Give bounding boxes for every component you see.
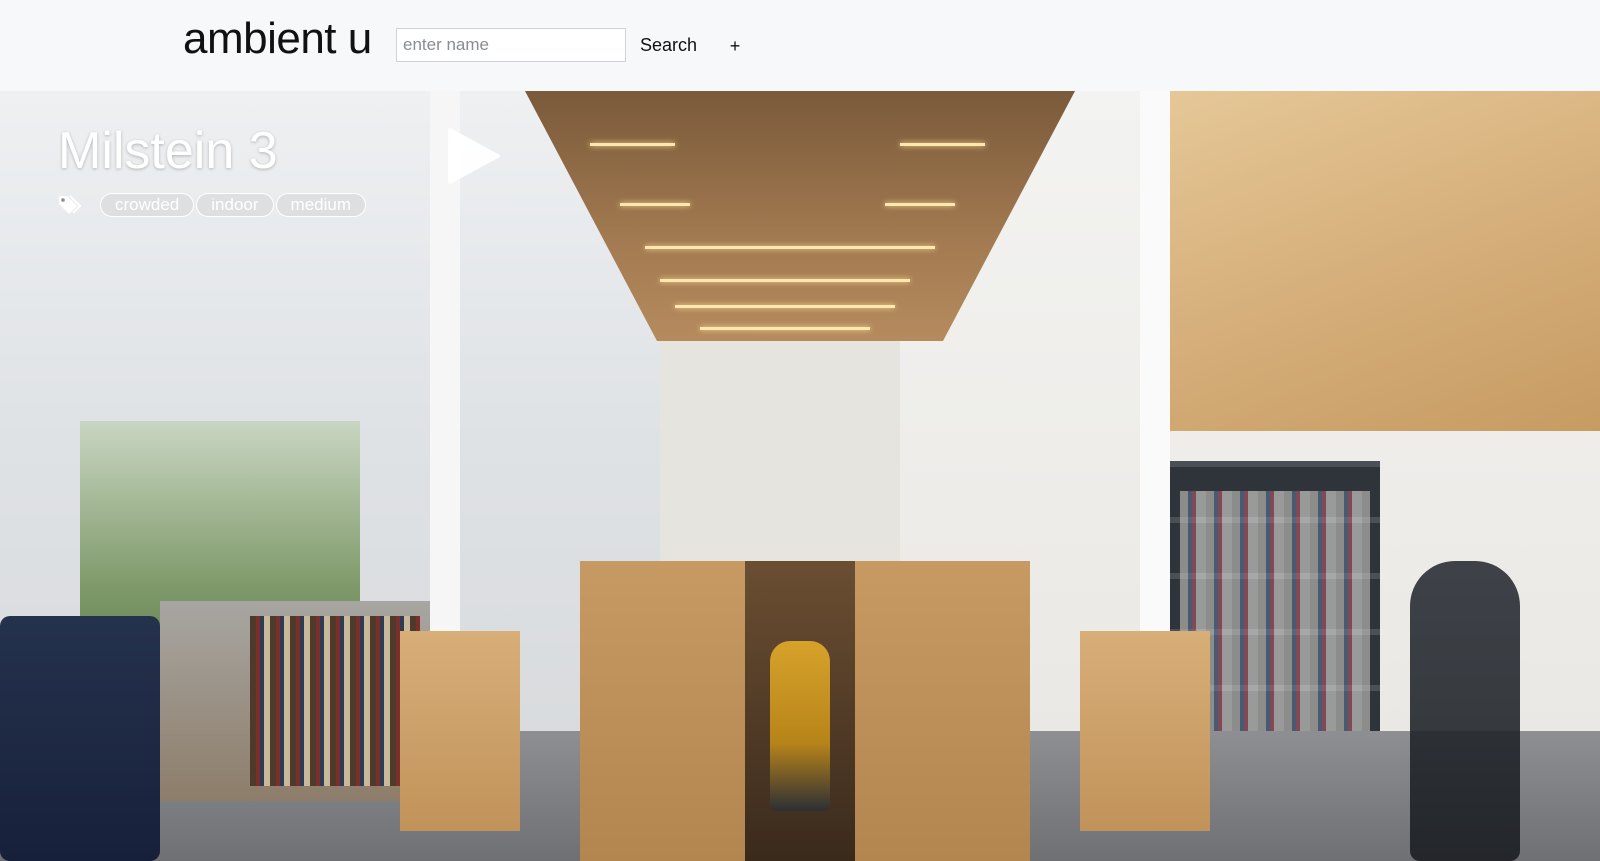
ceiling-light (620, 203, 690, 206)
hero-person (770, 641, 830, 811)
hero-sofa (0, 616, 160, 861)
play-button[interactable] (446, 125, 502, 187)
ceiling-light (900, 143, 985, 146)
ceiling-light (885, 203, 955, 206)
ceiling-light (675, 305, 895, 308)
hero-wood-panel (1150, 91, 1600, 431)
hero-counter (1080, 631, 1210, 831)
ceiling-light (645, 246, 935, 249)
tag-chip[interactable]: crowded (100, 193, 195, 217)
app-logo[interactable]: ambient u (183, 14, 372, 64)
hero-person (1410, 561, 1520, 861)
hero-counter (400, 631, 520, 831)
play-icon (448, 128, 500, 184)
top-bar: ambient u Search + (0, 0, 1600, 91)
tag-chip[interactable]: medium (275, 193, 366, 217)
search-button[interactable]: Search (640, 32, 697, 58)
ceiling-light (590, 143, 675, 146)
tag-chip[interactable]: indoor (196, 193, 274, 217)
tags-icon (59, 195, 82, 214)
ceiling-light (700, 327, 870, 330)
tag-list: crowded indoor medium (58, 192, 366, 218)
add-button[interactable]: + (725, 33, 745, 59)
ceiling-light (660, 279, 910, 282)
place-title: Milstein 3 (58, 122, 278, 180)
hero-books (250, 616, 420, 786)
name-search-input[interactable] (396, 28, 626, 62)
